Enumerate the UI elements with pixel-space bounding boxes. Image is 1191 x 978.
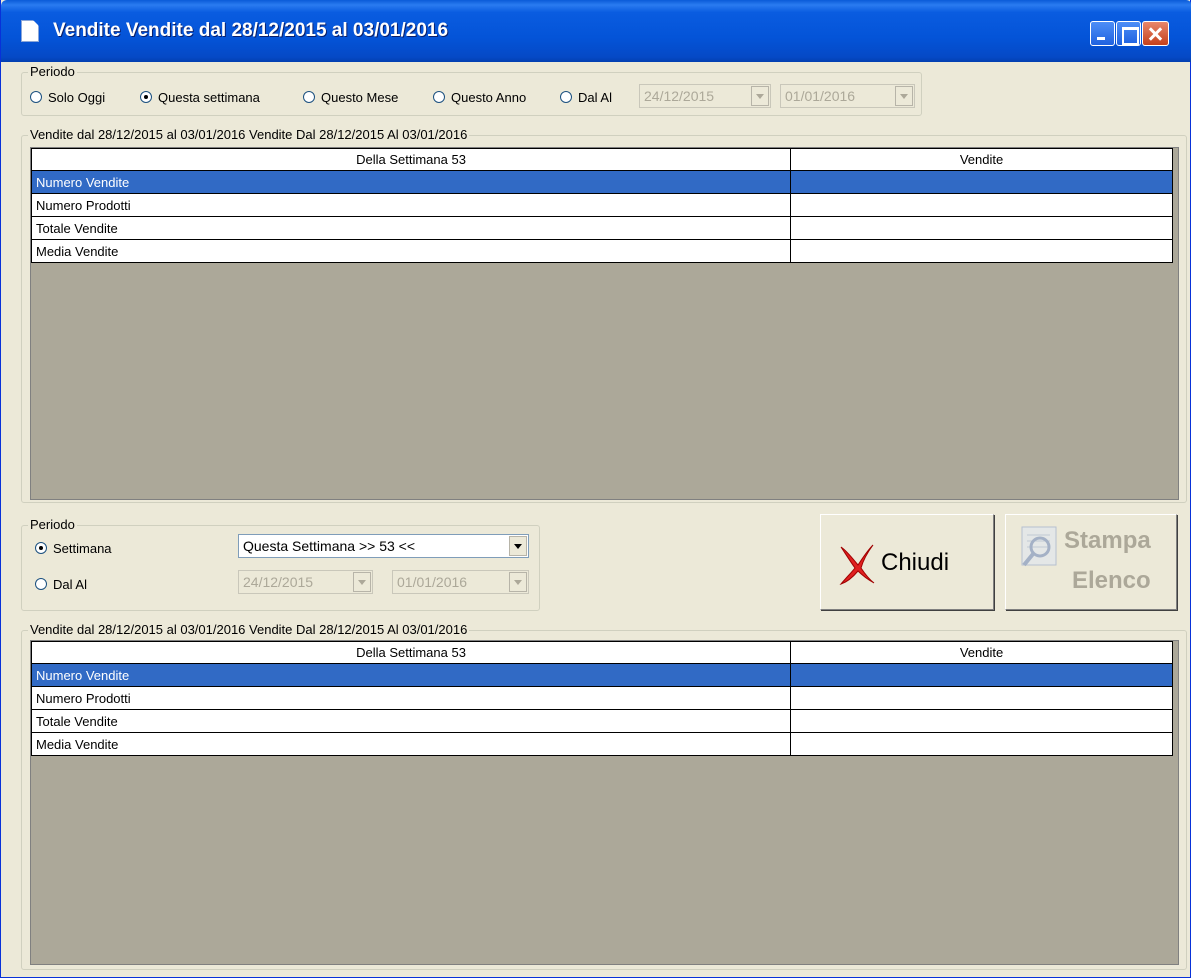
radio-dot bbox=[30, 91, 42, 103]
table-row[interactable]: Numero Prodotti bbox=[31, 193, 1173, 217]
row-value[interactable] bbox=[790, 216, 1173, 240]
date-from-value: 24/12/2015 bbox=[243, 574, 314, 590]
print-label-line2: Elenco bbox=[1072, 567, 1151, 594]
radio-dot bbox=[35, 578, 47, 590]
table-row[interactable]: Media Vendite bbox=[31, 239, 1173, 263]
date-to-value: 01/01/2016 bbox=[785, 88, 856, 104]
row-label[interactable]: Numero Vendite bbox=[31, 663, 791, 687]
table-row[interactable]: Totale Vendite bbox=[31, 709, 1173, 733]
table-row[interactable]: Media Vendite bbox=[31, 732, 1173, 756]
radio-dal-al-bottom[interactable]: Dal Al bbox=[35, 576, 87, 592]
sales-grid-bottom[interactable]: Della Settimana 53 Vendite Numero Vendit… bbox=[30, 640, 1179, 965]
radio-dot bbox=[140, 91, 152, 103]
radio-questo-anno[interactable]: Questo Anno bbox=[433, 89, 526, 105]
week-select-value: Questa Settimana >> 53 << bbox=[243, 538, 416, 554]
print-list-button[interactable]: Stampa Elenco bbox=[1005, 514, 1177, 610]
date-to-combo[interactable]: 01/01/2016 bbox=[780, 84, 915, 108]
close-icon bbox=[839, 544, 875, 585]
date-to-combo-bottom[interactable]: 01/01/2016 bbox=[392, 570, 529, 594]
radio-label: Solo Oggi bbox=[48, 89, 106, 105]
maximize-button[interactable] bbox=[1116, 21, 1141, 46]
radio-solo-oggi[interactable]: Solo Oggi bbox=[30, 89, 105, 105]
main-window: Vendite Vendite dal 28/12/2015 al 03/01/… bbox=[0, 0, 1191, 978]
chevron-down-icon[interactable] bbox=[751, 86, 769, 106]
row-value[interactable] bbox=[790, 732, 1173, 756]
week-select[interactable]: Questa Settimana >> 53 << bbox=[238, 534, 529, 558]
print-preview-icon bbox=[1021, 526, 1057, 567]
radio-label: Settimana bbox=[53, 540, 112, 556]
row-label[interactable]: Numero Vendite bbox=[31, 170, 791, 194]
date-to-value: 01/01/2016 bbox=[397, 574, 468, 590]
column-header[interactable]: Della Settimana 53 bbox=[31, 148, 791, 171]
document-icon bbox=[21, 20, 39, 42]
radio-questa-settimana[interactable]: Questa settimana bbox=[140, 89, 260, 105]
sales-table: Della Settimana 53 Vendite Numero Vendit… bbox=[31, 641, 1173, 756]
period-legend: Periodo bbox=[28, 517, 77, 533]
row-label[interactable]: Numero Prodotti bbox=[31, 193, 791, 217]
column-header[interactable]: Della Settimana 53 bbox=[31, 641, 791, 664]
radio-settimana[interactable]: Settimana bbox=[35, 540, 112, 556]
row-value[interactable] bbox=[790, 239, 1173, 263]
radio-questo-mese[interactable]: Questo Mese bbox=[303, 89, 398, 105]
sales-table: Della Settimana 53 Vendite Numero Vendit… bbox=[31, 148, 1173, 263]
print-label-line1: Stampa bbox=[1064, 527, 1151, 554]
minimize-button[interactable] bbox=[1090, 21, 1115, 46]
radio-label: Questo Mese bbox=[321, 89, 399, 105]
chevron-down-icon[interactable] bbox=[509, 536, 527, 556]
row-label[interactable]: Numero Prodotti bbox=[31, 686, 791, 710]
radio-label: Dal Al bbox=[53, 576, 87, 592]
table-header: Della Settimana 53 Vendite bbox=[31, 148, 1173, 171]
radio-label: Dal Al bbox=[578, 89, 612, 105]
radio-dot bbox=[433, 91, 445, 103]
column-header[interactable]: Vendite bbox=[790, 641, 1173, 664]
row-value[interactable] bbox=[790, 709, 1173, 733]
radio-dot bbox=[35, 542, 47, 554]
column-header[interactable]: Vendite bbox=[790, 148, 1173, 171]
radio-label: Questa settimana bbox=[158, 89, 260, 105]
table-row[interactable]: Numero Vendite bbox=[31, 663, 1173, 687]
close-window-button[interactable] bbox=[1142, 21, 1169, 46]
row-value[interactable] bbox=[790, 170, 1173, 194]
sales-group-top: Vendite dal 28/12/2015 al 03/01/2016 Ven… bbox=[21, 127, 1187, 503]
period-legend: Periodo bbox=[28, 64, 77, 80]
date-from-combo[interactable]: 24/12/2015 bbox=[639, 84, 771, 108]
radio-dot bbox=[303, 91, 315, 103]
close-button[interactable]: Chiudi bbox=[820, 514, 994, 610]
period-group-top: Periodo Solo Oggi Questa settimana Quest… bbox=[21, 64, 922, 116]
radio-label: Questo Anno bbox=[451, 89, 527, 105]
period-group-bottom: Periodo Settimana Dal Al Questa Settiman… bbox=[21, 517, 540, 611]
sales-group-bottom: Vendite dal 28/12/2015 al 03/01/2016 Ven… bbox=[21, 622, 1187, 970]
window-title: Vendite Vendite dal 28/12/2015 al 03/01/… bbox=[53, 20, 449, 41]
row-label[interactable]: Media Vendite bbox=[31, 732, 791, 756]
table-row[interactable]: Totale Vendite bbox=[31, 216, 1173, 240]
radio-dot bbox=[560, 91, 572, 103]
date-from-value: 24/12/2015 bbox=[644, 88, 715, 104]
sales-legend: Vendite dal 28/12/2015 al 03/01/2016 Ven… bbox=[28, 622, 470, 638]
sales-legend: Vendite dal 28/12/2015 al 03/01/2016 Ven… bbox=[28, 127, 470, 143]
radio-dal-al[interactable]: Dal Al bbox=[560, 89, 612, 105]
chevron-down-icon[interactable] bbox=[895, 86, 913, 106]
chevron-down-icon[interactable] bbox=[509, 572, 527, 592]
close-label: Chiudi bbox=[881, 549, 950, 576]
row-label[interactable]: Totale Vendite bbox=[31, 709, 791, 733]
row-label[interactable]: Totale Vendite bbox=[31, 216, 791, 240]
table-row[interactable]: Numero Prodotti bbox=[31, 686, 1173, 710]
table-row[interactable]: Numero Vendite bbox=[31, 170, 1173, 194]
date-from-combo-bottom[interactable]: 24/12/2015 bbox=[238, 570, 373, 594]
row-value[interactable] bbox=[790, 663, 1173, 687]
row-value[interactable] bbox=[790, 686, 1173, 710]
chevron-down-icon[interactable] bbox=[353, 572, 371, 592]
row-label[interactable]: Media Vendite bbox=[31, 239, 791, 263]
table-header: Della Settimana 53 Vendite bbox=[31, 641, 1173, 664]
row-value[interactable] bbox=[790, 193, 1173, 217]
title-bar[interactable]: Vendite Vendite dal 28/12/2015 al 03/01/… bbox=[1, 0, 1191, 62]
sales-grid-top[interactable]: Della Settimana 53 Vendite Numero Vendit… bbox=[30, 147, 1179, 500]
